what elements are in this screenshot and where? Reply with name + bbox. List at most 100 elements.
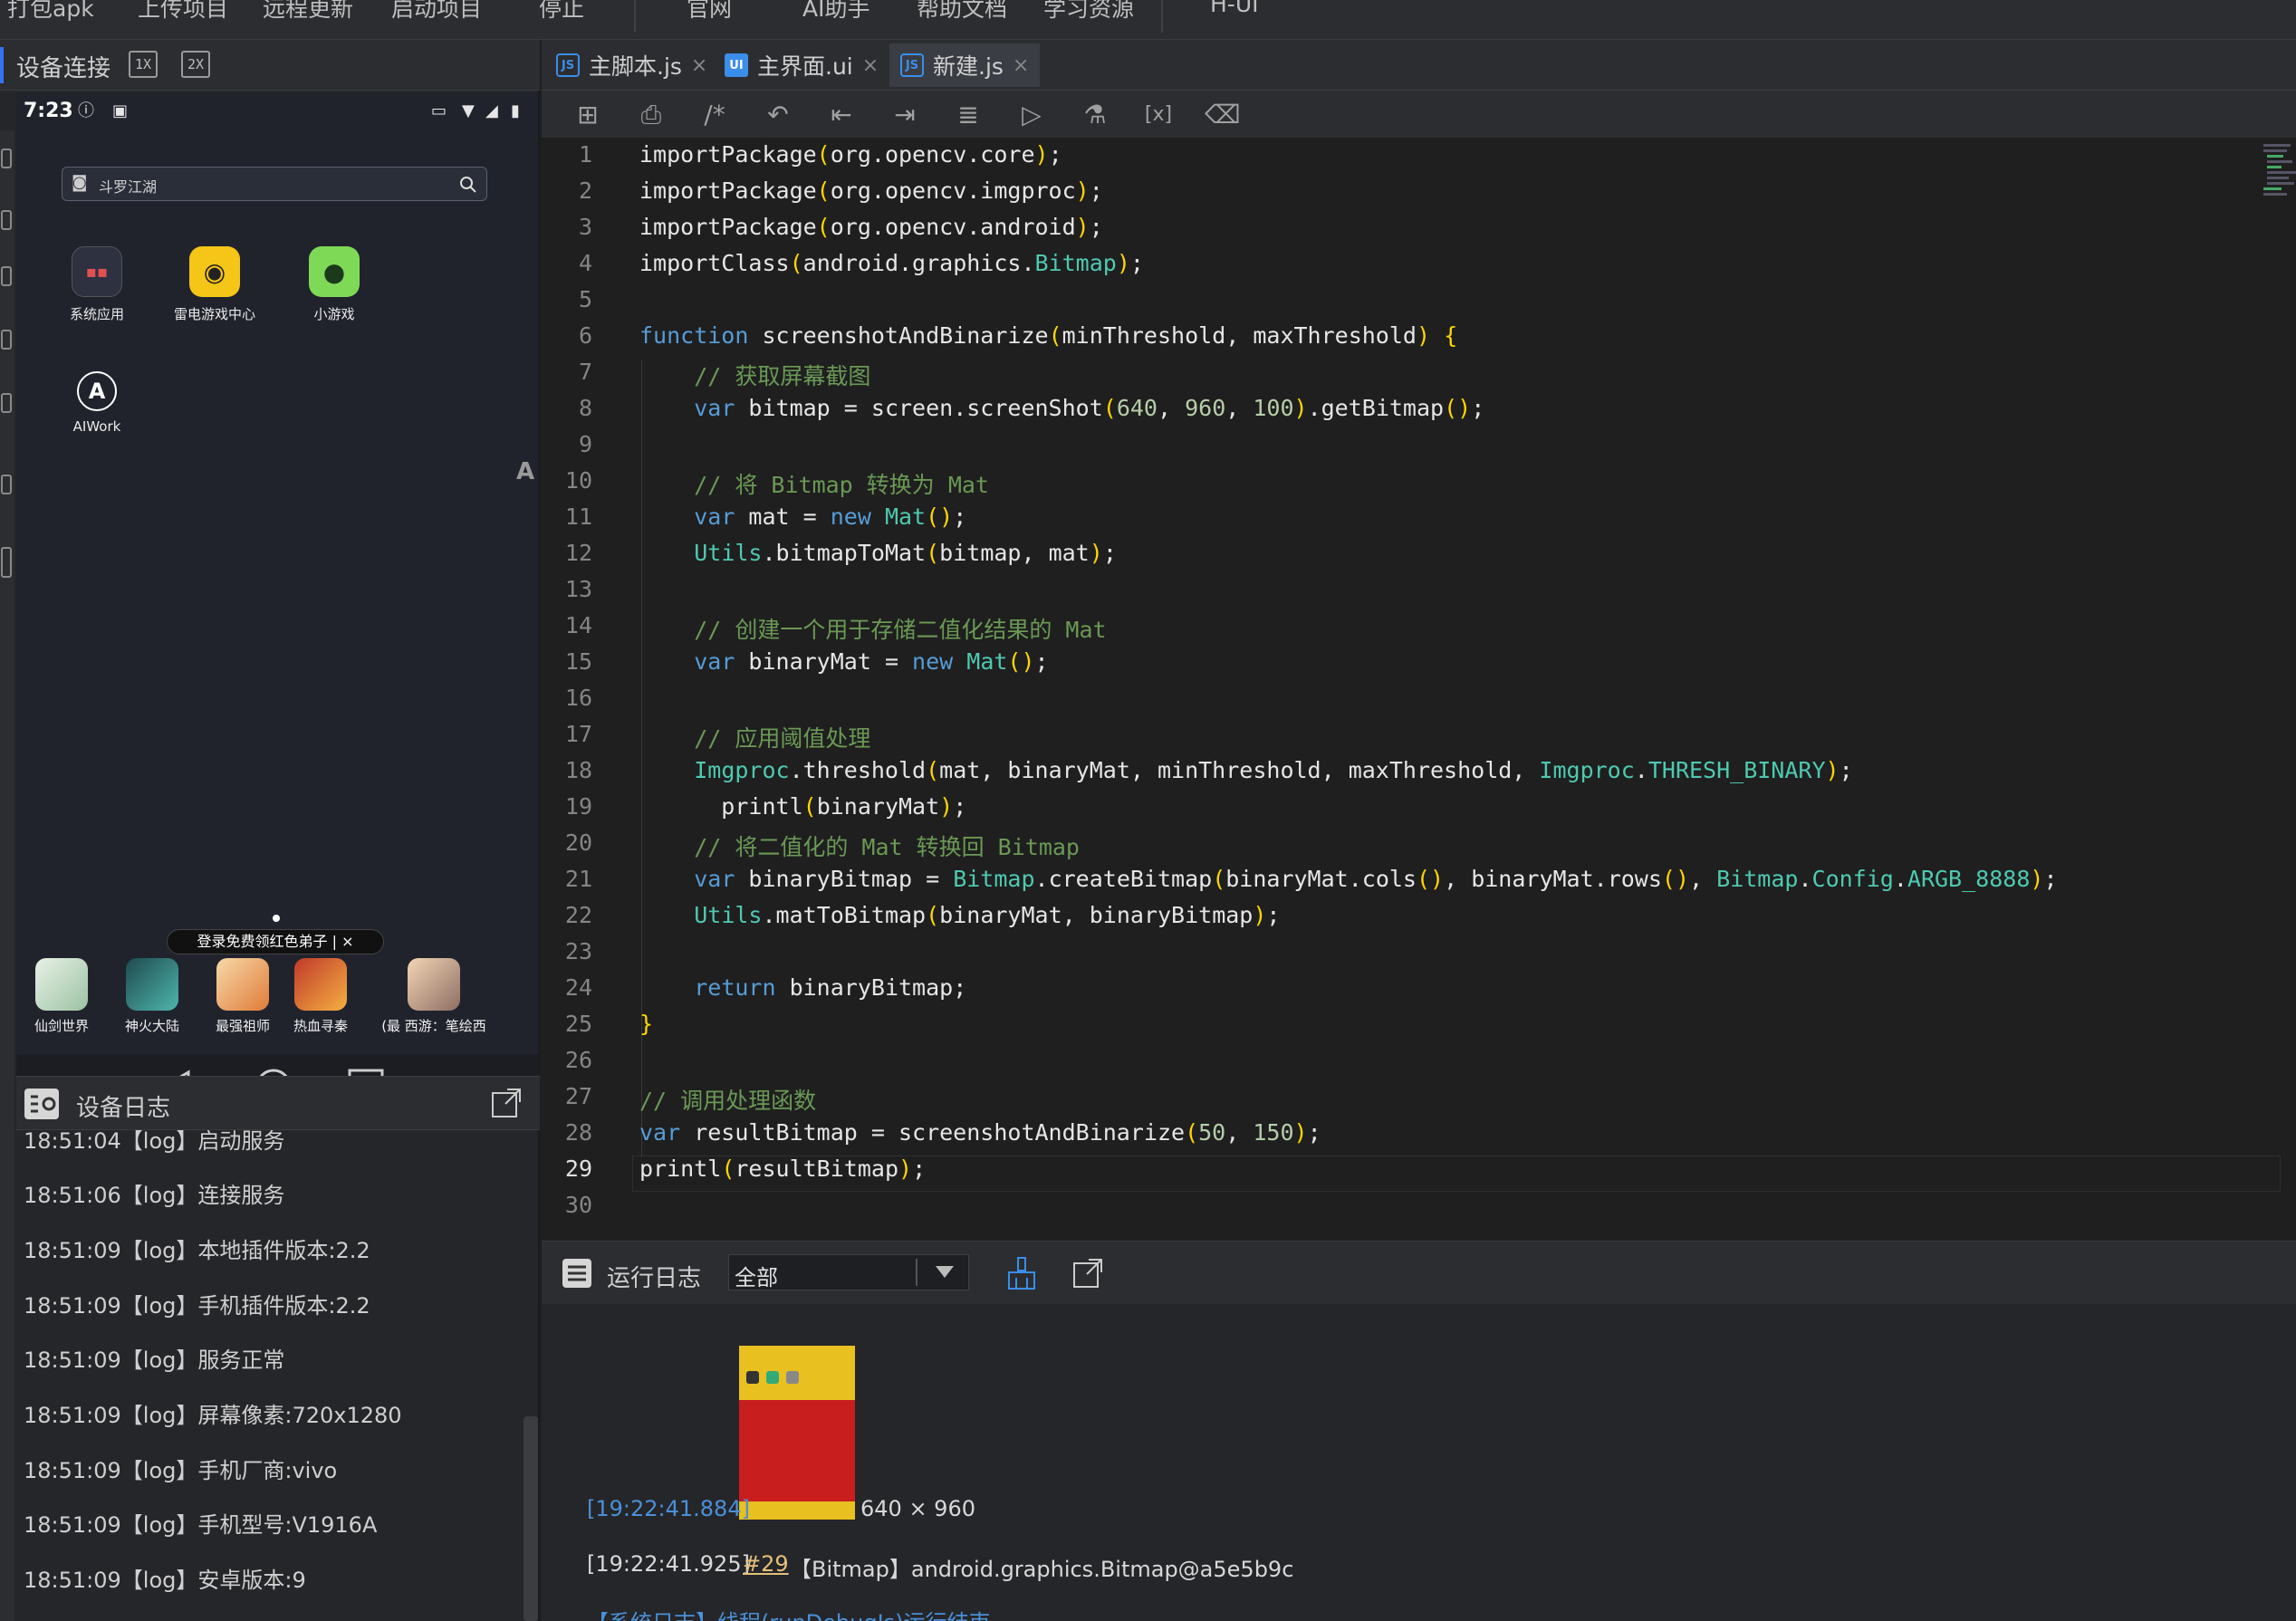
dock-app[interactable]: 热血寻秦 xyxy=(275,958,366,1035)
code-line: return binaryBitmap; xyxy=(694,974,967,1001)
tool-icon[interactable] xyxy=(1,393,12,413)
popout-icon[interactable] xyxy=(1072,1258,1103,1289)
outdent-icon[interactable]: ⇤ xyxy=(824,98,859,132)
phone-search-placeholder: 斗罗江湖 xyxy=(99,178,158,196)
line-number: 25 xyxy=(564,1011,592,1037)
cast-icon: ▭ xyxy=(431,101,447,120)
line-number: 5 xyxy=(578,286,592,312)
app-aiwork[interactable]: A AIWork xyxy=(47,371,147,435)
tab-main-script[interactable]: JS 主脚本.js × xyxy=(545,43,718,87)
add-icon[interactable]: ⊞ xyxy=(571,98,605,132)
zoom-2x-button[interactable]: 2X xyxy=(181,51,210,78)
bitmap-thumbnail[interactable] xyxy=(739,1346,855,1520)
game-icon xyxy=(35,958,88,1011)
device-log-list[interactable]: 18:51:04【log】启动服务 18:51:06【log】连接服务 18:5… xyxy=(16,1130,524,1621)
dock-app[interactable]: (最 西游：笔绘西 xyxy=(375,958,493,1035)
comment-icon[interactable]: /* xyxy=(697,98,732,132)
tab-new-js[interactable]: JS 新建.js × xyxy=(889,43,1041,87)
run-log-title: 运行日志 xyxy=(607,1265,702,1292)
promo-banner[interactable]: 登录免费领红色弟子 | × xyxy=(167,929,384,954)
zoom-1x-button[interactable]: 1X xyxy=(129,51,158,78)
tool-icon[interactable] xyxy=(1,149,12,168)
game-icon xyxy=(294,958,347,1011)
log-timestamp: [19:22:41.884] xyxy=(587,1496,750,1521)
print-icon[interactable]: ⎙ xyxy=(634,98,668,132)
dock-app[interactable]: 仙剑世界 xyxy=(16,958,107,1035)
phone-screen[interactable]: 7:23 ⓘ ▣ ▭ ▼ ◢ ▮ ◙ 斗罗江湖 ▪▪ 系统应用 ◉ 雷电游戏中心… xyxy=(16,92,538,1112)
game-icon xyxy=(216,958,269,1011)
system-apps-icon: ▪▪ xyxy=(72,246,122,297)
dock-app[interactable]: 最强祖师 xyxy=(197,958,288,1035)
side-tool-strip xyxy=(0,130,14,1621)
tool-icon[interactable] xyxy=(1,547,12,578)
menu-ai-assistant[interactable]: AI助手 xyxy=(802,0,869,24)
close-icon[interactable]: × xyxy=(691,54,707,77)
code-line: Utils.bitmapToMat(bitmap, mat); xyxy=(694,540,1117,566)
menu-learning[interactable]: 学习资源 xyxy=(1043,0,1134,24)
floating-assistant-icon[interactable]: A xyxy=(516,458,534,485)
wifi-icon: ▼ xyxy=(462,101,475,120)
line-number: 1 xyxy=(578,141,592,168)
line-number: 8 xyxy=(578,395,592,421)
code-line: } xyxy=(639,1011,654,1037)
code-line: var binaryMat = new Mat(); xyxy=(694,648,1049,675)
tool-icon[interactable] xyxy=(1,475,12,494)
menu-help-docs[interactable]: 帮助文档 xyxy=(917,0,1007,24)
tab-main-ui[interactable]: UI 主界面.ui × xyxy=(714,43,889,87)
log-link[interactable]: #29 xyxy=(743,1551,789,1577)
run-log-output[interactable]: [19:22:41.884] 640 × 960 [19:22:41.925] … xyxy=(542,1304,2296,1621)
app-game-center[interactable]: ◉ 雷电游戏中心 xyxy=(165,246,264,323)
tool-icon[interactable] xyxy=(1,210,12,230)
line-number: 26 xyxy=(564,1047,592,1073)
dock-app[interactable]: 神火大陆 xyxy=(107,958,197,1035)
flask-icon[interactable]: ⚗ xyxy=(1078,98,1112,132)
tool-icon[interactable] xyxy=(1,330,12,350)
code-line: printl(resultBitmap); xyxy=(639,1156,927,1182)
menu-package-apk[interactable]: 打包apk xyxy=(7,0,94,24)
line-number: 21 xyxy=(564,866,592,892)
search-icon xyxy=(460,177,476,193)
code-line: function screenshotAndBinarize(minThresh… xyxy=(639,322,1458,349)
game-icon xyxy=(408,958,460,1011)
menu-h-ui[interactable]: H-UI xyxy=(1210,0,1259,17)
menu-official-site[interactable]: 官网 xyxy=(687,0,732,24)
close-icon[interactable]: × xyxy=(862,54,879,77)
js-file-icon: JS xyxy=(556,53,580,77)
menu-stop[interactable]: 停止 xyxy=(539,0,584,24)
line-number: 15 xyxy=(564,648,592,675)
variable-icon[interactable]: [x] xyxy=(1141,98,1176,132)
notification-icon: ▣ xyxy=(112,101,129,120)
menu-upload-project[interactable]: 上传项目 xyxy=(138,0,228,24)
close-icon[interactable]: × xyxy=(1013,54,1029,77)
popout-icon[interactable] xyxy=(491,1088,522,1118)
chevron-down-icon xyxy=(936,1266,954,1278)
undo-icon[interactable]: ↶ xyxy=(761,98,795,132)
line-number: 3 xyxy=(578,214,592,240)
broom-icon[interactable] xyxy=(1005,1256,1038,1290)
tab-label: 主界面.ui xyxy=(757,53,853,80)
js-file-icon: JS xyxy=(900,53,924,77)
signal-icon: ◢ xyxy=(485,101,498,120)
indent-icon[interactable]: ⇥ xyxy=(888,98,922,132)
menu-remote-update[interactable]: 远程更新 xyxy=(263,0,353,24)
format-icon[interactable]: ≣ xyxy=(951,98,985,132)
menu-start-project[interactable]: 启动项目 xyxy=(391,0,482,24)
log-filter-select[interactable]: 全部 xyxy=(728,1254,969,1290)
code-line: importPackage(org.opencv.android); xyxy=(639,214,1103,240)
run-icon[interactable]: ▷ xyxy=(1014,98,1049,132)
code-editor[interactable]: importPackage(org.opencv.core); importPac… xyxy=(542,138,2296,1241)
device-log-scrollbar[interactable] xyxy=(524,1416,538,1621)
app-mini-games[interactable]: ● 小游戏 xyxy=(284,246,384,323)
editor-toolbar: ⊞ ⎙ /* ↶ ⇤ ⇥ ≣ ▷ ⚗ [x] ⌫ xyxy=(542,91,2296,138)
app-system[interactable]: ▪▪ 系统应用 xyxy=(47,246,147,323)
tool-icon[interactable] xyxy=(1,266,12,286)
line-number: 10 xyxy=(564,467,592,494)
minimap[interactable] xyxy=(2263,141,2296,250)
line-number: 16 xyxy=(564,685,592,711)
line-number: 24 xyxy=(564,974,592,1001)
device-header: 设备连接 1X 2X xyxy=(0,40,540,91)
clear-icon[interactable]: ⌫ xyxy=(1205,98,1241,132)
dock-label: 神火大陆 xyxy=(124,1018,179,1034)
code-line: var binaryBitmap = Bitmap.createBitmap(b… xyxy=(694,866,2058,892)
phone-search-bar[interactable]: ◙ 斗罗江湖 xyxy=(62,167,487,201)
